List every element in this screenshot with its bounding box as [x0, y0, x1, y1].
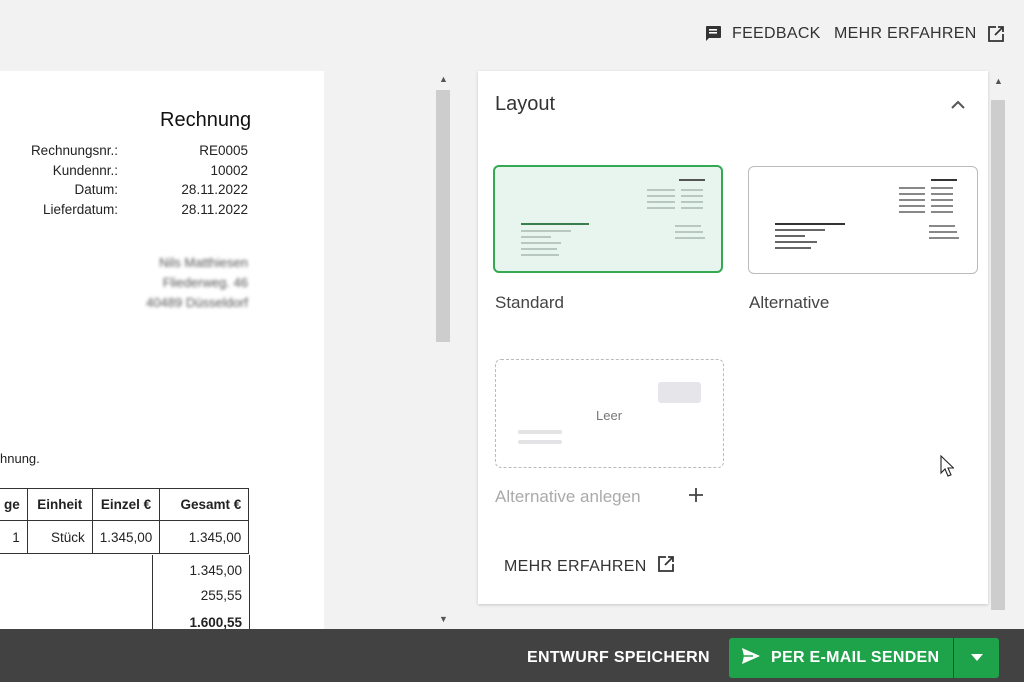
- send-icon: [741, 647, 761, 670]
- learn-more-link[interactable]: MEHR ERFAHREN: [834, 22, 1005, 46]
- scroll-up-icon[interactable]: ▲: [439, 74, 448, 84]
- scrollbar-thumb[interactable]: [991, 100, 1005, 610]
- layout-label-standard: Standard: [495, 293, 564, 312]
- meta-value: 10002: [210, 162, 248, 178]
- invoice-meta-values: RE0005 10002 28.11.2022 28.11.2022: [150, 141, 248, 219]
- layout-option-standard[interactable]: [493, 165, 723, 273]
- chevron-up-icon[interactable]: [950, 98, 966, 110]
- invoice-meta-labels: Rechnungsnr.: Kundennr.: Datum: Lieferda…: [0, 141, 118, 219]
- empty-layout-card[interactable]: Leer: [495, 359, 724, 468]
- panel-title: Layout: [495, 93, 556, 115]
- column-header: Einzel €: [91, 488, 161, 521]
- preview-scrollbar[interactable]: ▲ ▼: [436, 72, 450, 628]
- total-value: 1.600,55: [189, 615, 242, 630]
- feedback-button[interactable]: FEEDBACK: [704, 22, 821, 46]
- send-options-dropdown[interactable]: [954, 638, 999, 678]
- plus-icon[interactable]: [688, 487, 704, 503]
- column-header: Gesamt €: [159, 488, 250, 521]
- feedback-label: FEEDBACK: [732, 25, 821, 42]
- table-header-row: ge Einheit Einzel € Gesamt €: [0, 488, 250, 521]
- address-line: Nils Matthiesen: [159, 255, 248, 270]
- placeholder-bar: [518, 440, 562, 444]
- scrollbar-thumb[interactable]: [436, 90, 450, 342]
- send-email-label: PER E-MAIL SENDEN: [771, 649, 940, 666]
- meta-label: Datum:: [74, 182, 118, 197]
- cell: 1: [0, 520, 28, 554]
- save-draft-button[interactable]: ENTWURF SPEICHERN: [527, 649, 710, 667]
- add-alternative-label: Alternative anlegen: [495, 487, 641, 506]
- intro-text: hnung.: [0, 451, 40, 466]
- panel-scrollbar[interactable]: ▲: [991, 72, 1005, 612]
- cell: Stück: [26, 520, 93, 554]
- meta-label: Lieferdatum:: [42, 201, 118, 217]
- address-line: Fliederweg. 46: [162, 275, 248, 290]
- layout-option-alternative[interactable]: [748, 166, 978, 274]
- layout-panel: Layout Standard Alternative Leer Alterna…: [478, 71, 988, 604]
- scroll-up-icon[interactable]: ▲: [994, 76, 1003, 86]
- column-header: Einheit: [26, 488, 93, 521]
- total-value: 1.345,00: [189, 563, 242, 578]
- meta-value: 28.11.2022: [181, 182, 248, 197]
- send-email-button[interactable]: PER E-MAIL SENDEN: [729, 638, 953, 678]
- layout-label-alternative: Alternative: [749, 293, 830, 312]
- placeholder-block: [658, 382, 701, 403]
- feedback-icon: [704, 25, 722, 43]
- meta-label: Kundennr.:: [52, 162, 118, 178]
- total-value: 255,55: [200, 588, 242, 603]
- panel-learn-more-link[interactable]: MEHR ERFAHREN: [504, 555, 675, 578]
- address-line: 40489 Düsseldorf: [146, 295, 248, 310]
- panel-learn-more-label: MEHR ERFAHREN: [504, 557, 647, 575]
- meta-value: 28.11.2022: [181, 201, 248, 217]
- placeholder-bar: [518, 430, 562, 434]
- items-table: ge Einheit Einzel € Gesamt € 1 Stück 1.3…: [0, 488, 250, 554]
- recipient-address: Nils Matthiesen Fliederweg. 46 40489 Düs…: [130, 253, 248, 313]
- cell: 1.345,00: [159, 520, 250, 554]
- action-bar: ENTWURF SPEICHERN PER E-MAIL SENDEN: [0, 629, 1024, 682]
- invoice-preview: Rechnung Rechnungsnr.: Kundennr.: Datum:…: [0, 71, 324, 631]
- meta-label: Rechnungsnr.:: [30, 143, 118, 158]
- totals-block: 1.345,00 255,55 1.600,55: [152, 555, 250, 631]
- invoice-title: Rechnung: [160, 109, 252, 131]
- column-header: ge: [0, 488, 28, 521]
- top-bar: FEEDBACK MEHR ERFAHREN: [0, 0, 1024, 70]
- meta-value: RE0005: [199, 143, 248, 158]
- external-link-icon: [657, 555, 675, 578]
- scroll-down-icon[interactable]: ▼: [439, 614, 448, 624]
- external-link-icon: [987, 25, 1005, 43]
- mouse-cursor-icon: [940, 454, 955, 482]
- empty-card-label: Leer: [596, 408, 623, 423]
- cell: 1.345,00: [91, 520, 161, 554]
- caret-down-icon: [970, 649, 983, 667]
- table-row: 1 Stück 1.345,00 1.345,00: [0, 520, 250, 554]
- learn-more-label: MEHR ERFAHREN: [834, 25, 977, 42]
